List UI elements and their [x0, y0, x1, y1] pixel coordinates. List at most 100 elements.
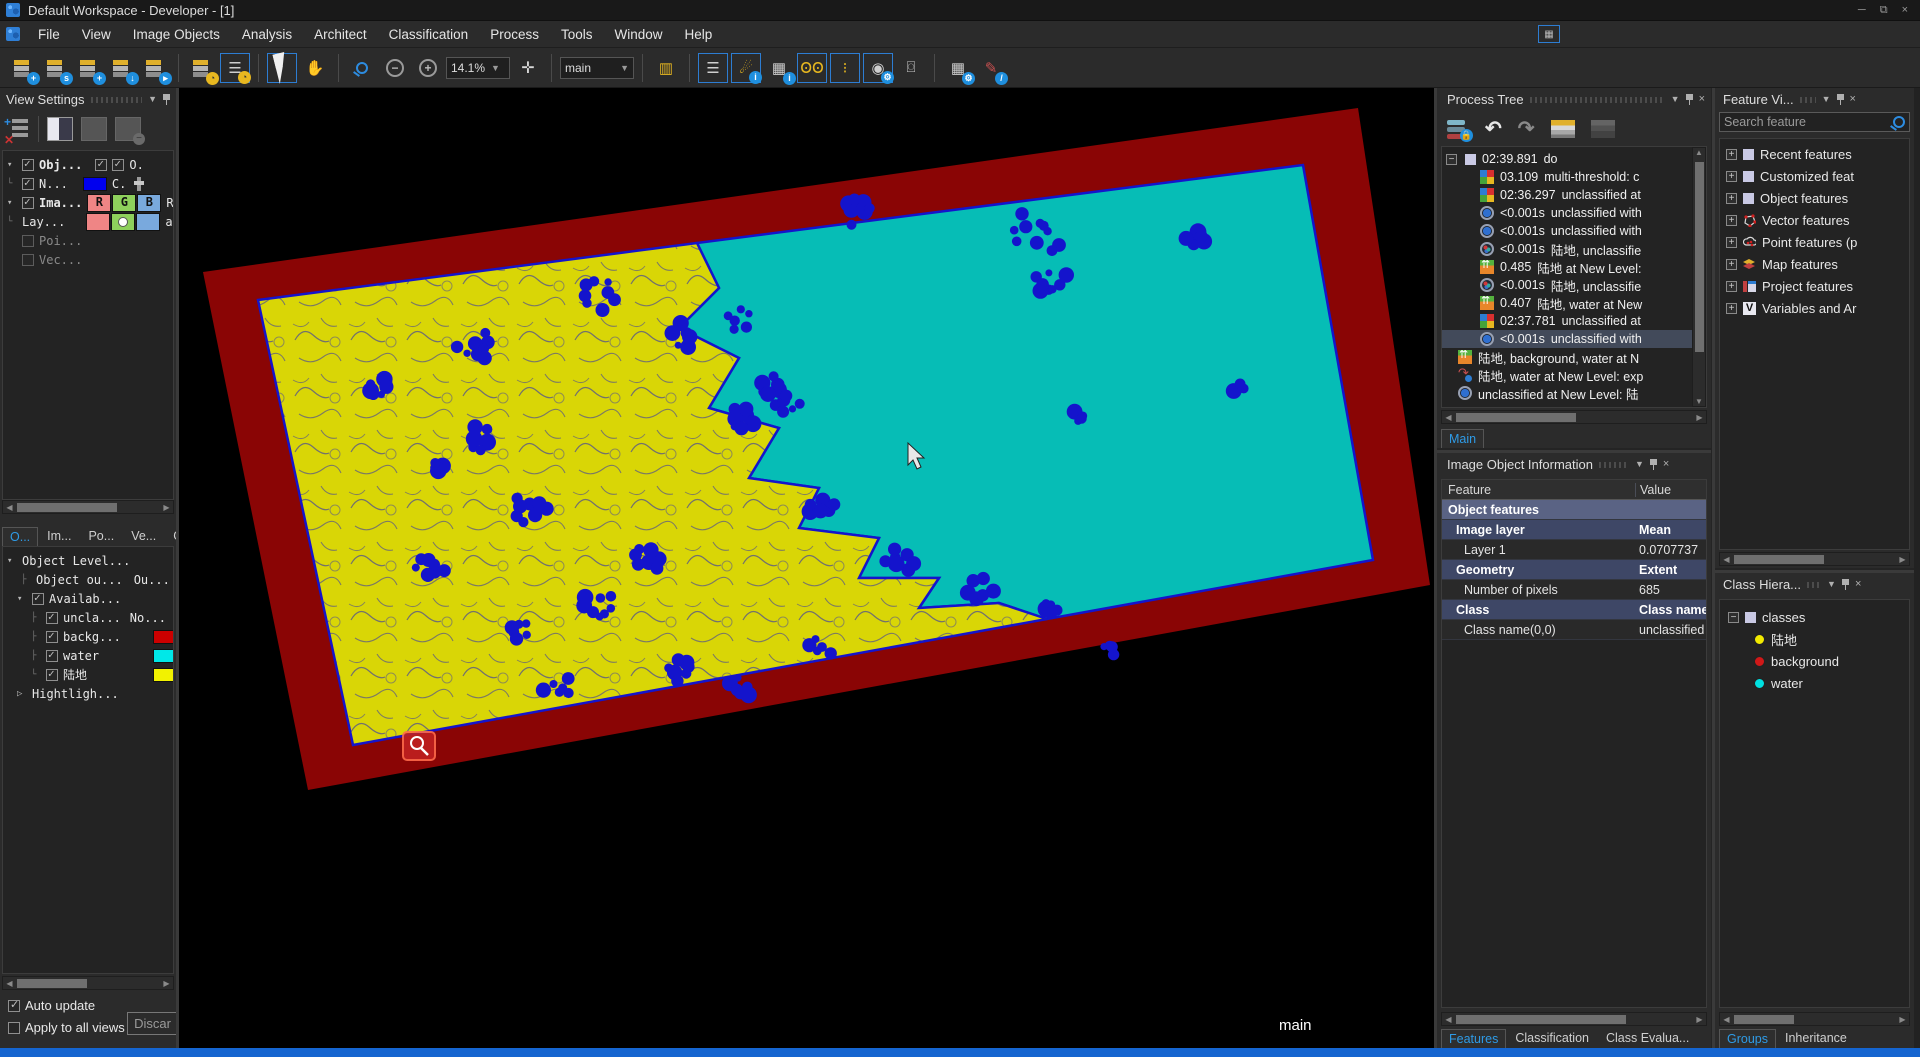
process-item[interactable]: 陆地, background, water at N — [1442, 348, 1706, 366]
process-item[interactable]: 0.407陆地, water at New — [1442, 294, 1706, 312]
vector-checkbox[interactable] — [22, 254, 34, 266]
tab-class-evaluation[interactable]: Class Evalua... — [1598, 1028, 1697, 1048]
grid-settings-icon[interactable]: ▦⚙ — [943, 53, 973, 83]
feature-group-variables[interactable]: + V Variables and Ar — [1726, 297, 1909, 319]
search-icon[interactable] — [1893, 116, 1905, 128]
feature-group-project[interactable]: + Project features — [1726, 275, 1909, 297]
map-select-combo[interactable]: main ▼ — [560, 57, 634, 79]
process-item[interactable]: <0.001sunclassified with — [1442, 222, 1706, 240]
process-item[interactable]: <0.001s陆地, unclassifie — [1442, 240, 1706, 258]
tab-inheritance[interactable]: Inheritance — [1777, 1028, 1855, 1048]
split-view-icon[interactable]: ▥ — [651, 53, 681, 83]
measure-pen-icon[interactable]: ✎/ — [976, 53, 1006, 83]
green-channel-swatch[interactable]: G — [112, 194, 136, 212]
menu-file[interactable]: File — [28, 23, 70, 46]
tab-object-levels[interactable]: O... — [2, 527, 38, 546]
process-item[interactable]: 陆地, water at New Level: exp — [1442, 366, 1706, 384]
table-row[interactable]: Object features — [1442, 500, 1706, 520]
menu-help[interactable]: Help — [675, 23, 723, 46]
view-layer-icon[interactable]: ☰ — [698, 53, 728, 83]
process-item[interactable]: 02:36.297unclassified at — [1442, 186, 1706, 204]
table-row[interactable]: Class name(0,0)unclassified — [1442, 620, 1706, 640]
layer-green-swatch[interactable] — [111, 213, 135, 231]
land-color-swatch[interactable] — [153, 668, 174, 682]
feature-view-pin-icon[interactable] — [1837, 94, 1844, 105]
menu-window[interactable]: Window — [604, 23, 672, 46]
class-hierarchy-hscrollbar[interactable]: ◀▶ — [1719, 1012, 1910, 1026]
view-settings-hscrollbar[interactable]: ◀▶ — [2, 500, 174, 514]
highlight-row[interactable]: ▷Hightligh... — [3, 684, 173, 703]
level-outline-row[interactable]: ├Object ou... Ou... — [3, 570, 173, 589]
outline-color-swatch[interactable] — [83, 177, 107, 191]
tab-image-layers[interactable]: Im... — [39, 526, 79, 546]
table-row[interactable]: Number of pixels685 — [1442, 580, 1706, 600]
zoom-in-icon[interactable]: + — [413, 53, 443, 83]
open-project-icon[interactable]: ▸ — [140, 53, 170, 83]
class-background-row[interactable]: ├ backg... — [3, 627, 173, 646]
navigate-icon[interactable]: ✛ — [513, 53, 543, 83]
image-object-info-hscrollbar[interactable]: ◀▶ — [1441, 1012, 1707, 1026]
redo-icon[interactable]: ↷ — [1518, 116, 1535, 141]
level-available-row[interactable]: ▾ Availab... — [3, 589, 173, 608]
save-process-icon[interactable]: 🔒 — [1447, 119, 1469, 139]
menu-view[interactable]: View — [72, 23, 121, 46]
zoom-lock-icon[interactable] — [347, 53, 377, 83]
edit-view-settings-icon[interactable]: + ✕ — [4, 117, 30, 141]
feature-group-point[interactable]: + Point features (p — [1726, 231, 1909, 253]
import-project-icon[interactable]: ↓ — [107, 53, 137, 83]
point-checkbox[interactable] — [22, 235, 34, 247]
auto-update-checkbox[interactable] — [8, 1000, 20, 1012]
tab-vector-layers[interactable]: Ve... — [123, 526, 164, 546]
process-library-icon[interactable] — [1551, 120, 1575, 138]
feature-group-object[interactable]: +Object features — [1726, 187, 1909, 209]
auto-update-row[interactable]: Auto update — [4, 996, 95, 1015]
table-row[interactable]: Layer 10.0707737 — [1442, 540, 1706, 560]
layer-blue-swatch[interactable] — [136, 213, 160, 231]
process-item[interactable]: 03.109multi-threshold: c — [1442, 168, 1706, 186]
docking-icon[interactable]: ▦ — [1538, 25, 1560, 43]
single-view-icon[interactable] — [47, 117, 73, 141]
class-row-land[interactable]: 陆地 — [1728, 628, 1909, 650]
menu-analysis[interactable]: Analysis — [232, 23, 302, 46]
process-tree-close-icon[interactable]: × — [1699, 93, 1705, 105]
pan-hand-icon[interactable]: ✋ — [300, 53, 330, 83]
feature-view-close-icon[interactable]: × — [1850, 93, 1856, 105]
image-object-info-menu-icon[interactable]: ▼ — [1635, 459, 1644, 469]
compare-view-icon[interactable] — [81, 117, 107, 141]
view-classification-icon[interactable]: ☄i — [731, 53, 761, 83]
transparency-glasses-icon[interactable]: ꙨꙨ — [797, 53, 827, 83]
tree-row-image[interactable]: ▾ Ima... R G B Ra — [3, 193, 173, 212]
process-archive-icon[interactable] — [1591, 120, 1615, 138]
apply-all-checkbox[interactable] — [8, 1022, 20, 1034]
process-item-selected[interactable]: <0.001sunclassified with — [1442, 330, 1706, 348]
red-channel-swatch[interactable]: R — [87, 194, 111, 212]
available-checkbox[interactable] — [32, 593, 44, 605]
tab-features[interactable]: Features — [1441, 1029, 1506, 1048]
tab-main-process[interactable]: Main — [1441, 429, 1484, 448]
load-image-icon[interactable]: ◔ — [187, 53, 217, 83]
slider-icon[interactable] — [137, 177, 141, 191]
tree-row-vector[interactable]: Vec... — [3, 250, 173, 269]
class-row-background[interactable]: background — [1728, 650, 1909, 672]
process-tree-menu-icon[interactable]: ▼ — [1671, 94, 1680, 104]
process-tree-pin-icon[interactable] — [1686, 94, 1693, 105]
tree-row-point[interactable]: Poi... — [3, 231, 173, 250]
object-checkbox-3[interactable] — [112, 159, 124, 171]
minimize-button[interactable]: ─ — [1858, 4, 1866, 17]
undo-icon[interactable]: ↶ — [1485, 116, 1502, 141]
object-levels-hscrollbar[interactable]: ◀▶ — [2, 976, 174, 990]
background-checkbox[interactable] — [46, 631, 58, 643]
save-workspace-icon[interactable]: s — [41, 53, 71, 83]
restore-button[interactable]: ⧉ — [1880, 4, 1888, 17]
unclassified-checkbox[interactable] — [46, 612, 58, 624]
tab-point-clouds[interactable]: Po... — [80, 526, 122, 546]
class-hierarchy-close-icon[interactable]: × — [1855, 578, 1861, 590]
table-row[interactable]: ClassClass name — [1442, 600, 1706, 620]
process-item[interactable]: <0.001s陆地, unclassifie — [1442, 276, 1706, 294]
class-land-row[interactable]: └ 陆地 — [3, 665, 173, 684]
land-checkbox[interactable] — [46, 669, 58, 681]
pixel-view-icon[interactable]: ◉⚙ — [863, 53, 893, 83]
process-item[interactable]: <0.001sunclassified with — [1442, 204, 1706, 222]
feature-group-vector[interactable]: + Vector features — [1726, 209, 1909, 231]
discard-button[interactable]: Discar — [127, 1012, 178, 1035]
